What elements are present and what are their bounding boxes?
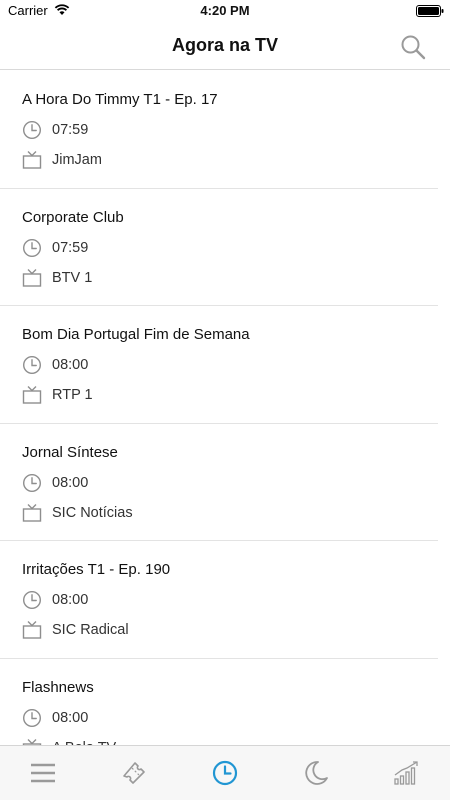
program-time-row: 08:00 [22, 589, 88, 611]
clock-icon [22, 238, 42, 257]
list-item[interactable]: A Hora Do Timmy T1 - Ep. 17 07:59 JimJam [0, 71, 450, 189]
status-time: 4:20 PM [200, 3, 250, 18]
clock-icon [22, 590, 42, 610]
navigation-bar: Agora na TV [0, 22, 450, 70]
ticket-icon [123, 762, 145, 784]
program-channel: RTP 1 [52, 387, 93, 403]
page-title: Agora na TV [171, 35, 278, 55]
tv-icon [22, 268, 42, 287]
battery-icon [416, 5, 444, 17]
program-title: Jornal Síntese [22, 443, 118, 461]
list-item[interactable]: Corporate Club 07:59 BTV 1 [0, 189, 450, 307]
search-icon[interactable] [400, 34, 426, 60]
tv-icon [22, 503, 42, 522]
tv-icon [22, 621, 42, 639]
program-channel-row: SIC Radical [22, 619, 129, 641]
program-time: 07:59 [52, 122, 89, 138]
tab-bar [0, 745, 450, 800]
program-time-row: 07:59 [22, 119, 88, 141]
program-title: A Hora Do Timmy T1 - Ep. 17 [22, 91, 218, 108]
tab-ticket[interactable] [117, 756, 151, 790]
tab-stats[interactable] [389, 756, 423, 790]
program-time: 08:00 [52, 592, 89, 608]
program-channel-row: SIC Notícias [22, 502, 133, 524]
program-time: 08:00 [52, 474, 89, 491]
moon-icon [305, 761, 328, 785]
program-channel: SIC Radical [52, 622, 129, 638]
clock-icon [22, 708, 42, 727]
program-time: 07:59 [52, 239, 89, 256]
chart-icon [394, 761, 418, 785]
tv-icon [22, 738, 42, 745]
program-channel-row: BTV 1 [22, 267, 92, 289]
program-title: Corporate Club [22, 208, 124, 226]
clock-icon [22, 120, 42, 140]
tv-icon [22, 151, 42, 169]
tab-night[interactable] [298, 756, 332, 790]
program-title: Flashnews [22, 678, 94, 696]
program-time: 08:00 [52, 357, 89, 373]
program-time-row: 08:00 [22, 472, 88, 494]
menu-icon [31, 763, 55, 783]
program-time-row: 07:59 [22, 237, 88, 259]
tab-menu[interactable] [26, 756, 60, 790]
program-time-row: 08:00 [22, 354, 88, 376]
program-channel: SIC Notícias [52, 504, 133, 521]
program-channel: JimJam [52, 152, 102, 168]
list-item[interactable]: Bom Dia Portugal Fim de Semana 08:00 RTP 1 [0, 306, 450, 424]
list-item[interactable]: Jornal Síntese 08:00 SIC Notícias [0, 424, 450, 542]
program-title: Bom Dia Portugal Fim de Semana [22, 326, 250, 343]
program-list[interactable]: A Hora Do Timmy T1 - Ep. 17 07:59 JimJam Co… [0, 71, 450, 745]
clock-icon [22, 473, 42, 492]
program-channel-row: A Bola TV [22, 737, 116, 745]
tv-icon [22, 386, 42, 404]
tab-now[interactable] [208, 756, 242, 790]
program-title: Irritações T1 - Ep. 190 [22, 561, 171, 578]
list-item[interactable]: Irritações T1 - Ep. 190 08:00 SIC Radical [0, 541, 450, 659]
clock-icon [22, 355, 42, 375]
clock-icon [212, 760, 238, 786]
list-item[interactable]: Flashnews 08:00 A Bola TV [0, 659, 450, 745]
program-channel: BTV 1 [52, 269, 93, 286]
program-channel-row: RTP 1 [22, 384, 93, 406]
program-time: 08:00 [52, 709, 89, 726]
status-bar: Carrier 4:20 PM [0, 0, 450, 22]
program-channel-row: JimJam [22, 149, 102, 171]
program-time-row: 08:00 [22, 707, 88, 729]
